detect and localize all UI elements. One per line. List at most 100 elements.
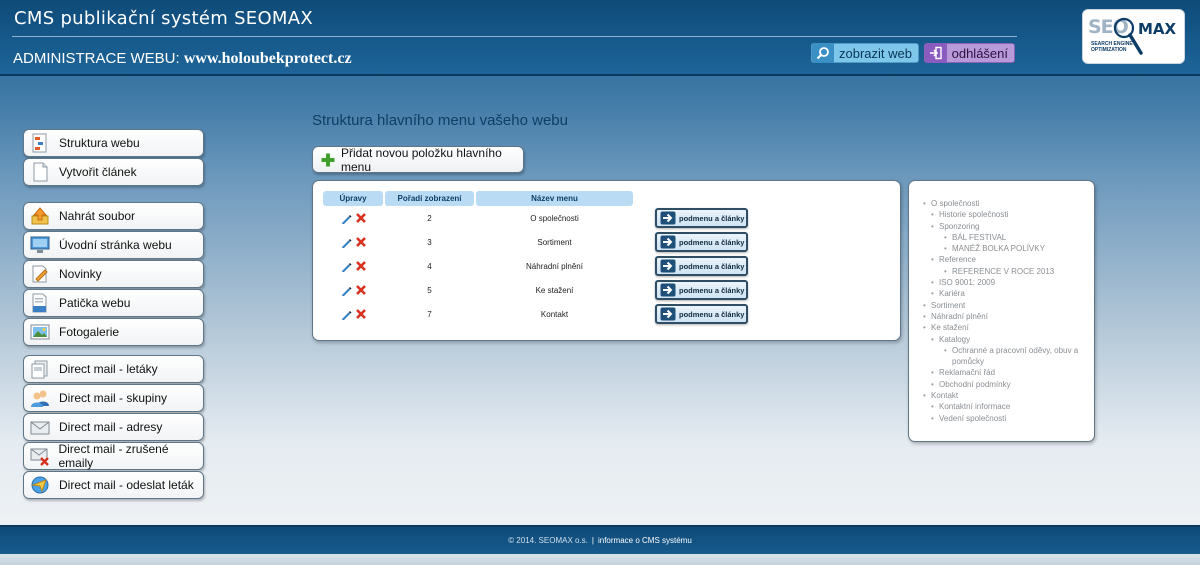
submenu-articles-label: podmenu a články bbox=[679, 309, 745, 319]
sidebar-item-label: Struktura webu bbox=[59, 136, 140, 150]
tree-link[interactable]: Kariéra bbox=[939, 289, 965, 298]
sidebar-item-label: Úvodní stránka webu bbox=[59, 238, 172, 252]
send-mail-icon bbox=[29, 474, 51, 496]
tree-item: O společnosti Historie společnosti Sponz… bbox=[923, 198, 1089, 300]
tree-link[interactable]: Sponzoring bbox=[939, 222, 979, 231]
arrow-right-icon bbox=[659, 234, 676, 250]
add-menu-item-label: Přidat novou položku hlavního menu bbox=[341, 145, 502, 174]
sidebar-item-dm-cancelled[interactable]: Direct mail - zrušené emaily bbox=[23, 442, 204, 470]
tree-item: Historie společnosti bbox=[931, 209, 1089, 221]
footer-copyright: © 2014. SEOMAX o.s. bbox=[508, 536, 588, 545]
tree-link[interactable]: Reference bbox=[939, 255, 976, 264]
tree-link[interactable]: Kontakt bbox=[931, 391, 958, 400]
row-actions bbox=[323, 207, 383, 229]
photo-gallery-icon bbox=[29, 321, 51, 343]
sidebar-item-structure[interactable]: Struktura webu bbox=[23, 129, 204, 157]
row-order: 7 bbox=[427, 309, 432, 319]
sidebar-item-label: Direct mail - zrušené emaily bbox=[58, 442, 169, 470]
news-edit-icon bbox=[29, 263, 51, 285]
tree-link[interactable]: Kontaktní informace bbox=[939, 402, 1010, 411]
edit-pencil-icon[interactable] bbox=[341, 309, 352, 320]
tree-item: Náhradní plnění bbox=[923, 311, 1089, 323]
delete-x-icon[interactable] bbox=[355, 285, 366, 295]
sidebar-item-label: Patička webu bbox=[59, 296, 131, 310]
delete-x-icon[interactable] bbox=[355, 261, 366, 271]
table-row: 5 Ke stažení podmenu a články bbox=[313, 279, 902, 301]
tree-link[interactable]: Ke stažení bbox=[931, 323, 969, 332]
sidebar-item-create-article[interactable]: Vytvořit článek bbox=[23, 158, 204, 186]
tree-link[interactable]: Ochranné a pracovní oděvy, obuv a pomůck… bbox=[952, 346, 1078, 366]
tree-link[interactable]: Obchodní podmínky bbox=[939, 380, 1011, 389]
submenu-articles-button[interactable]: podmenu a články bbox=[655, 256, 748, 276]
row-actions bbox=[323, 231, 383, 253]
tree-item: ISO 9001: 2009 bbox=[931, 277, 1089, 289]
sidebar-item-homepage[interactable]: Úvodní stránka webu bbox=[23, 231, 204, 259]
tree-item: Reference REFERENCE V ROCE 2013 bbox=[931, 254, 1089, 277]
sidebar-item-footer[interactable]: Patička webu bbox=[23, 289, 204, 317]
sidebar-item-news[interactable]: Novinky bbox=[23, 260, 204, 288]
submenu-articles-button[interactable]: podmenu a články bbox=[655, 232, 748, 252]
add-menu-item-button[interactable]: Přidat novou položku hlavního menu bbox=[312, 145, 524, 174]
sidebar-item-label: Direct mail - adresy bbox=[59, 420, 163, 434]
submenu-articles-button[interactable]: podmenu a články bbox=[655, 304, 748, 324]
delete-x-icon[interactable] bbox=[355, 237, 366, 247]
col-header-name: Název menu bbox=[476, 191, 633, 206]
tree-link[interactable]: Katalogy bbox=[939, 335, 970, 344]
delete-x-icon[interactable] bbox=[355, 309, 366, 319]
submenu-articles-button[interactable]: podmenu a články bbox=[655, 280, 748, 300]
arrow-right-icon bbox=[659, 306, 676, 322]
row-order: 4 bbox=[427, 261, 432, 271]
tree-item: Kontaktní informace bbox=[931, 401, 1089, 413]
tree-link[interactable]: Náhradní plnění bbox=[931, 312, 988, 321]
seomax-logo: SEO MAX SEARCH ENGINE OPTIMIZATION bbox=[1082, 9, 1185, 64]
sidebar-item-dm-addresses[interactable]: Direct mail - adresy bbox=[23, 413, 204, 441]
sidebar-item-upload[interactable]: Nahrát soubor bbox=[23, 202, 204, 230]
tree-link[interactable]: ISO 9001: 2009 bbox=[939, 278, 995, 287]
tree-link[interactable]: Reklamační řád bbox=[939, 368, 995, 377]
tree-link[interactable]: Historie společnosti bbox=[939, 210, 1008, 219]
upload-icon bbox=[29, 205, 51, 227]
submenu-articles-button[interactable]: podmenu a články bbox=[655, 208, 748, 228]
tree-item: REFERENCE V ROCE 2013 bbox=[944, 266, 1089, 278]
cms-info-link[interactable]: informace o CMS systému bbox=[598, 536, 692, 545]
search-icon bbox=[812, 43, 834, 63]
sidebar-item-gallery[interactable]: Fotogalerie bbox=[23, 318, 204, 346]
tree-link[interactable]: BÁL FESTIVAL bbox=[952, 233, 1006, 242]
view-web-button[interactable]: zobrazit web bbox=[811, 43, 919, 63]
sidebar-item-label: Direct mail - letáky bbox=[59, 362, 158, 376]
sidebar-item-label: Novinky bbox=[59, 267, 102, 281]
tree-link[interactable]: Vedení společnosti bbox=[939, 414, 1006, 423]
logo-max-text: MAX bbox=[1138, 20, 1177, 38]
sidebar-item-label: Direct mail - odeslat leták bbox=[59, 478, 194, 492]
monitor-icon bbox=[29, 234, 51, 256]
table-row: 2 O společnosti podmenu a články bbox=[313, 207, 902, 229]
logout-label: odhlášení bbox=[951, 45, 1008, 61]
row-name: Náhradní plnění bbox=[526, 261, 583, 271]
edit-pencil-icon[interactable] bbox=[341, 213, 352, 224]
delete-x-icon[interactable] bbox=[355, 213, 366, 223]
edit-pencil-icon[interactable] bbox=[341, 285, 352, 296]
row-name: Ke stažení bbox=[535, 285, 574, 295]
tree-item: Ke stažení Katalogy Ochranné a pracovní … bbox=[923, 322, 1089, 390]
sidebar-item-dm-groups[interactable]: Direct mail - skupiny bbox=[23, 384, 204, 412]
edit-pencil-icon[interactable] bbox=[341, 237, 352, 248]
tree-link[interactable]: O společnosti bbox=[931, 199, 979, 208]
admin-label: ADMINISTRACE WEBU: bbox=[13, 50, 180, 67]
flyer-icon bbox=[29, 358, 51, 380]
tree-link[interactable]: Sortiment bbox=[931, 301, 965, 310]
view-web-label: zobrazit web bbox=[839, 45, 912, 61]
tree-item: Kariéra bbox=[931, 288, 1089, 300]
tree-link[interactable]: REFERENCE V ROCE 2013 bbox=[952, 267, 1054, 276]
col-header-order: Pořadí zobrazení bbox=[385, 191, 474, 206]
admin-domain-line: ADMINISTRACE WEBU: www.holoubekprotect.c… bbox=[13, 50, 352, 68]
edit-pencil-icon[interactable] bbox=[341, 261, 352, 272]
sidebar-item-dm-send[interactable]: Direct mail - odeslat leták bbox=[23, 471, 204, 499]
tree-link[interactable]: MANÉŽ BOLKA POLÍVKY bbox=[952, 244, 1045, 253]
arrow-right-icon bbox=[659, 210, 676, 226]
sidebar-item-dm-flyers[interactable]: Direct mail - letáky bbox=[23, 355, 204, 383]
tree-item: Sponzoring BÁL FESTIVAL MANÉŽ BOLKA POLÍ… bbox=[931, 221, 1089, 255]
tree-item: BÁL FESTIVAL bbox=[944, 232, 1089, 244]
sidebar-item-label: Direct mail - skupiny bbox=[59, 391, 168, 405]
row-order: 2 bbox=[427, 213, 432, 223]
logout-button[interactable]: odhlášení bbox=[924, 43, 1015, 63]
